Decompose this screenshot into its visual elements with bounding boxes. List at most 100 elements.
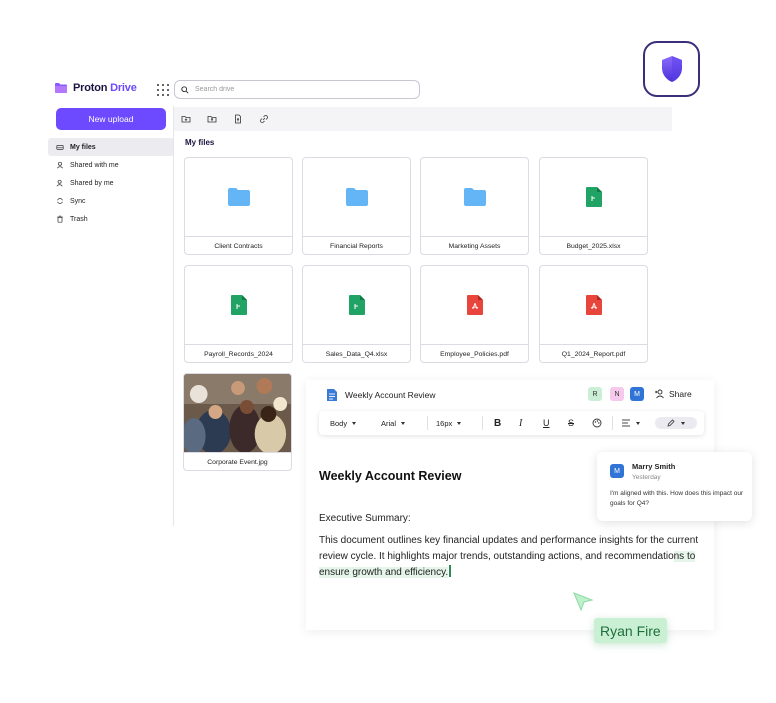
file-tile-pdf[interactable]: Employee_Policies.pdf: [420, 265, 529, 363]
chevron-down-icon: [457, 421, 462, 425]
underline-button[interactable]: U: [543, 411, 550, 435]
file-name: Client Contracts: [185, 236, 292, 254]
search-icon: [181, 85, 189, 94]
sidebar-nav: My files Shared with me Shared by me Syn…: [48, 138, 174, 228]
sidebar-item-label: Shared by me: [70, 179, 114, 187]
file-name: Budget_2025.xlsx: [540, 236, 647, 254]
upload-file-icon[interactable]: [233, 114, 243, 124]
toolbar-divider: [427, 416, 428, 430]
sidebar-item-my-files[interactable]: My files: [48, 138, 174, 156]
text-cursor: [449, 565, 451, 577]
comment-text: I'm aligned with this. How does this imp…: [610, 490, 744, 507]
alignment-select[interactable]: [621, 411, 640, 435]
file-tile-folder[interactable]: Client Contracts: [184, 157, 293, 255]
chevron-down-icon: [401, 421, 406, 425]
sidebar-item-label: My files: [70, 143, 96, 151]
file-name: Q1_2024_Report.pdf: [540, 344, 647, 362]
link-icon[interactable]: [259, 114, 269, 124]
new-folder-icon[interactable]: [181, 114, 191, 124]
sidebar-item-label: Sync: [70, 197, 86, 205]
file-tile-spreadsheet[interactable]: Payroll_Records_2024: [184, 265, 293, 363]
shield-icon: [661, 56, 682, 82]
file-name: Employee_Policies.pdf: [421, 344, 528, 362]
file-name: Marketing Assets: [421, 236, 528, 254]
add-user-icon: [655, 389, 664, 399]
collaborator-name-label: Ryan Fire: [594, 618, 667, 643]
share-label: Share: [669, 389, 692, 399]
sidebar-item-shared-with-me[interactable]: Shared with me: [48, 156, 174, 174]
collaborator-avatar[interactable]: M: [630, 387, 644, 401]
search-bar[interactable]: [174, 80, 420, 99]
text-color-button[interactable]: [592, 411, 602, 435]
share-button[interactable]: Share: [654, 389, 692, 399]
logo-text: Proton Drive: [73, 82, 137, 94]
folder-icon: [345, 188, 368, 206]
file-tile-pdf[interactable]: Q1_2024_Report.pdf: [539, 265, 648, 363]
file-name: Corporate Event.jpg: [184, 452, 291, 470]
palette-icon: [592, 418, 602, 428]
sidebar-item-sync[interactable]: Sync: [48, 192, 174, 210]
paragraph-style-select[interactable]: Body: [330, 411, 357, 435]
folder-icon: [463, 188, 486, 206]
files-toolbar: [174, 107, 672, 131]
file-name: Financial Reports: [303, 236, 410, 254]
sidebar-item-label: Trash: [70, 215, 88, 223]
collaborator-avatar[interactable]: N: [610, 387, 624, 401]
chevron-down-icon: [681, 421, 685, 425]
toolbar-divider: [612, 416, 613, 430]
pdf-file-icon: [585, 295, 602, 315]
pdf-file-icon: [466, 295, 483, 315]
italic-button[interactable]: I: [519, 411, 522, 435]
search-input[interactable]: [195, 86, 395, 93]
strikethrough-button[interactable]: S: [568, 411, 574, 435]
sidebar-item-label: Shared with me: [70, 161, 119, 169]
proton-shield-badge: [643, 41, 700, 97]
chevron-down-icon: [636, 421, 640, 425]
comment-timestamp: Yesterday: [632, 474, 661, 481]
file-tile-folder[interactable]: Financial Reports: [302, 157, 411, 255]
trash-icon: [57, 215, 63, 223]
user-share-icon: [56, 179, 63, 187]
font-family-select[interactable]: Arial: [381, 411, 406, 435]
comment-card[interactable]: M Marry Smith Yesterday I'm aligned with…: [597, 452, 752, 521]
chevron-down-icon: [352, 421, 357, 425]
spreadsheet-file-icon: [585, 187, 602, 207]
document-subheading[interactable]: Executive Summary:: [319, 513, 411, 524]
collaborator-avatar[interactable]: R: [588, 387, 602, 401]
folder-icon: [227, 188, 250, 206]
app-switcher-icon[interactable]: [157, 84, 169, 96]
user-icon: [56, 161, 64, 169]
document-icon: [327, 389, 337, 401]
spreadsheet-file-icon: [230, 295, 247, 315]
toolbar-divider: [482, 416, 483, 430]
pencil-icon: [667, 419, 675, 427]
file-tile-spreadsheet[interactable]: Budget_2025.xlsx: [539, 157, 648, 255]
hard-drive-icon: [56, 145, 64, 150]
new-upload-button[interactable]: New upload: [56, 108, 166, 130]
sidebar-item-shared-by-me[interactable]: Shared by me: [48, 174, 174, 192]
proton-drive-logo[interactable]: Proton Drive: [54, 82, 137, 94]
sidebar-item-trash[interactable]: Trash: [48, 210, 174, 228]
drive-logo-icon: [55, 83, 67, 93]
file-tile-folder[interactable]: Marketing Assets: [420, 157, 529, 255]
comment-author: Marry Smith: [632, 462, 676, 471]
file-tile-spreadsheet[interactable]: Sales_Data_Q4.xlsx: [302, 265, 411, 363]
photo-thumbnail: [184, 374, 291, 452]
comment-avatar: M: [610, 464, 624, 478]
bold-button[interactable]: B: [494, 411, 501, 435]
upload-folder-icon[interactable]: [207, 114, 217, 124]
formatting-toolbar: Body Arial 16px B I U S: [319, 411, 704, 435]
file-name: Payroll_Records_2024: [185, 344, 292, 362]
collaborator-cursor-icon: [573, 592, 594, 612]
file-name: Sales_Data_Q4.xlsx: [303, 344, 410, 362]
font-size-select[interactable]: 16px: [436, 411, 462, 435]
sync-icon: [57, 198, 63, 204]
editing-mode-select[interactable]: [655, 417, 697, 429]
spreadsheet-file-icon: [348, 295, 365, 315]
document-body[interactable]: This document outlines key financial upd…: [319, 533, 714, 581]
document-heading[interactable]: Weekly Account Review: [319, 469, 461, 483]
align-left-icon: [622, 419, 630, 427]
section-title: My files: [185, 138, 215, 147]
sidebar-divider: [173, 106, 174, 526]
file-tile-image[interactable]: Corporate Event.jpg: [183, 373, 292, 471]
